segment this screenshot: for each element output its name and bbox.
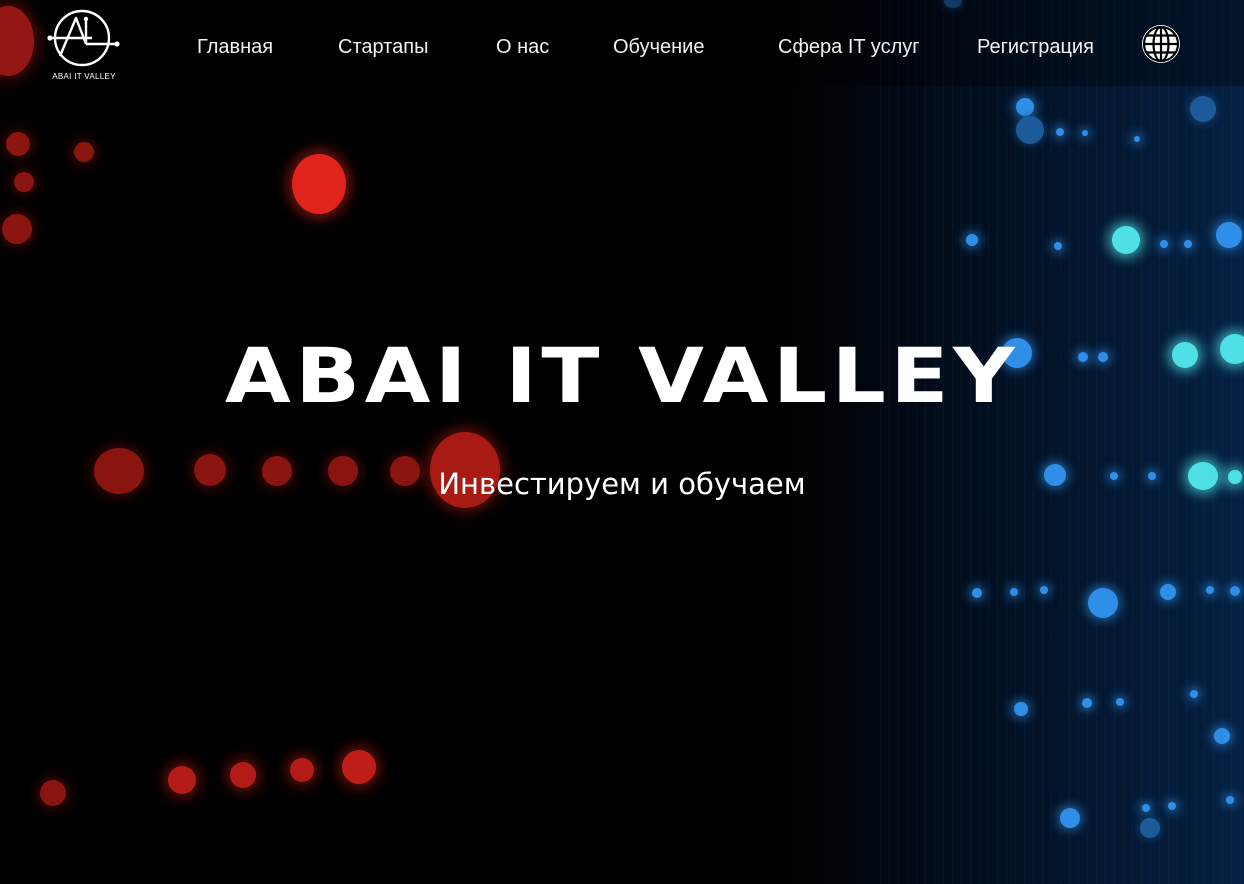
red-bokeh xyxy=(168,766,196,794)
hero-background xyxy=(0,0,1244,884)
cyan-bokeh xyxy=(1112,226,1140,254)
blue-bokeh xyxy=(1226,796,1234,804)
site-header: ABAI IT VALLEY Главная Стартапы О нас Об… xyxy=(0,0,1244,86)
blue-bokeh xyxy=(1010,588,1018,596)
blue-bokeh xyxy=(1082,130,1088,136)
logo-text: ABAI IT VALLEY xyxy=(52,72,116,81)
red-bokeh xyxy=(230,762,256,788)
red-bokeh xyxy=(40,780,66,806)
blue-bokeh xyxy=(1082,698,1092,708)
nav-item-home[interactable]: Главная xyxy=(197,36,273,59)
blue-bokeh xyxy=(1016,116,1044,144)
red-bokeh xyxy=(2,214,32,244)
nav-item-startups[interactable]: Стартапы xyxy=(338,36,428,59)
globe-icon[interactable] xyxy=(1141,24,1181,64)
blue-bokeh xyxy=(1116,698,1124,706)
blue-bokeh xyxy=(1160,584,1176,600)
nav-item-registration[interactable]: Регистрация xyxy=(977,36,1094,59)
blue-bokeh xyxy=(1054,242,1062,250)
hero-title: ABAI IT VALLEY xyxy=(224,331,1020,420)
red-bokeh xyxy=(74,142,94,162)
brand-logo[interactable]: ABAI IT VALLEY xyxy=(44,6,124,81)
logo-mark-icon xyxy=(47,9,120,67)
blue-bokeh xyxy=(1190,690,1198,698)
blue-bokeh xyxy=(1088,588,1118,618)
blue-bokeh xyxy=(1168,802,1176,810)
blue-bokeh xyxy=(1140,818,1160,838)
blue-bokeh xyxy=(1040,586,1048,594)
blue-bokeh xyxy=(1142,804,1150,812)
blue-bokeh xyxy=(1134,136,1140,142)
blue-bokeh xyxy=(972,588,982,598)
blue-bokeh xyxy=(1014,702,1028,716)
blue-bokeh xyxy=(1016,98,1034,116)
blue-bokeh xyxy=(1214,728,1230,744)
red-bokeh xyxy=(292,154,346,214)
blue-bokeh xyxy=(1160,240,1168,248)
nav-item-it-services[interactable]: Сфера IT услуг xyxy=(778,36,920,59)
red-bokeh xyxy=(342,750,376,784)
blue-bokeh xyxy=(1184,240,1192,248)
blue-bokeh xyxy=(966,234,978,246)
nav-item-education[interactable]: Обучение xyxy=(613,36,704,59)
page: ABAI IT VALLEY Главная Стартапы О нас Об… xyxy=(0,0,1244,884)
blue-bokeh xyxy=(1216,222,1242,248)
nav-item-about[interactable]: О нас xyxy=(496,36,549,59)
blue-bokeh xyxy=(1190,96,1216,122)
blue-bokeh xyxy=(1230,586,1240,596)
blue-bokeh xyxy=(1206,586,1214,594)
hero-subtitle: Инвестируем и обучаем xyxy=(438,467,806,501)
red-bokeh xyxy=(290,758,314,782)
red-bokeh xyxy=(14,172,34,192)
blue-bokeh xyxy=(1060,808,1080,828)
blue-bokeh xyxy=(1056,128,1064,136)
red-bokeh xyxy=(6,132,30,156)
